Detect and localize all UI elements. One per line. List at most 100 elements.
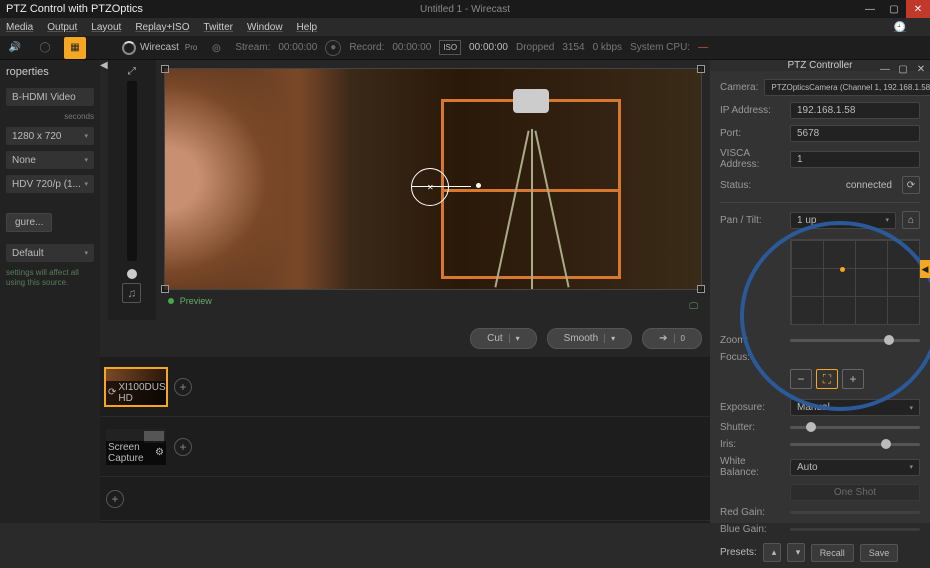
cpu-label: System CPU: (630, 42, 690, 53)
side-expand-tab[interactable]: ◀ (920, 260, 930, 278)
shutter-label: Shutter: (720, 422, 784, 433)
pantilt-select[interactable]: 1 up▾ (790, 212, 896, 229)
record-label: Record: (349, 42, 384, 53)
bitrate-value: 0 kbps (593, 42, 622, 53)
expand-icon[interactable]: ⤢ (128, 66, 136, 77)
menu-output[interactable]: Output (47, 22, 77, 33)
iso-tag[interactable]: ISO (439, 40, 461, 55)
presets-label: Presets: (720, 547, 757, 558)
dropped-value: 3154 (562, 42, 584, 53)
close-button[interactable]: ✕ (906, 0, 930, 18)
smooth-button[interactable]: Smooth▾ (547, 328, 632, 349)
pantilt-position-dot[interactable] (840, 267, 845, 272)
shot-thumbnail-1[interactable]: ⟳XI100DUSB-HD (106, 369, 166, 405)
source-name-field[interactable]: B-HDMI Video (6, 88, 94, 106)
save-button[interactable]: Save (860, 544, 899, 562)
menu-twitter[interactable]: Twitter (204, 22, 233, 33)
refresh-button[interactable]: ⟳ (902, 176, 920, 194)
shot-thumbnail-2[interactable]: Screen Capture⚙ (106, 429, 166, 465)
hint-text: settings will affect all using this sour… (6, 268, 94, 287)
menu-layout[interactable]: Layout (91, 22, 121, 33)
add-shot-button-3[interactable]: + (106, 490, 124, 508)
window-caption: PTZ Control with PTZOptics (6, 3, 143, 15)
wifi-icon[interactable]: ⊚ (205, 37, 227, 59)
record-button[interactable]: ● (325, 40, 341, 56)
deinterlace-select[interactable]: None▾ (6, 151, 94, 169)
focus-plus-button[interactable]: + (842, 369, 864, 389)
preview-canvas[interactable]: ✕ (164, 68, 702, 290)
iris-slider[interactable] (790, 443, 920, 446)
zoom-label: Zoom: (720, 335, 784, 346)
seconds-label: seconds (6, 112, 94, 121)
monitor-icon[interactable]: 🖵 (689, 301, 698, 312)
layer-row-3[interactable]: + (100, 477, 710, 521)
ptz-panel-title: PTZ Controller (787, 60, 852, 71)
pantilt-label: Pan / Tilt: (720, 215, 784, 226)
pantilt-grid[interactable] (790, 239, 920, 325)
recall-button[interactable]: Recall (811, 544, 854, 562)
format-select[interactable]: HDV 720/p (1...▾ (6, 175, 94, 193)
cut-button[interactable]: Cut▾ (470, 328, 537, 349)
ptz-controller-panel: PTZ Controller —▢✕ Camera:PTZOpticsCamer… (710, 60, 930, 523)
preset-down-button[interactable]: ▾ (787, 543, 805, 562)
home-button[interactable]: ⌂ (902, 211, 920, 229)
profile-select[interactable]: Default▾ (6, 244, 94, 262)
source-tab-icon[interactable]: ▦ (64, 37, 86, 59)
layer-row-2[interactable]: Screen Capture⚙ + (100, 417, 710, 477)
maximize-button[interactable]: ▢ (882, 0, 906, 18)
focus-minus-button[interactable]: − (790, 369, 812, 389)
audio-column: ⤢ ♫ (108, 60, 156, 320)
minimize-button[interactable]: — (858, 0, 882, 18)
resize-handle-nw[interactable] (161, 65, 169, 73)
exposure-label: Exposure: (720, 402, 784, 413)
menubar: Media Output Layout Replay+ISO Twitter W… (0, 18, 930, 36)
resize-handle-se[interactable] (697, 285, 705, 293)
wb-label: White Balance: (720, 456, 784, 478)
layer-row-1[interactable]: ⟳XI100DUSB-HD + (100, 357, 710, 417)
preset-up-button[interactable]: ▴ (763, 543, 781, 562)
stream-time: 00:00:00 (278, 42, 317, 53)
ip-field[interactable]: 192.168.1.58 (790, 102, 920, 119)
oneshot-button: One Shot (790, 484, 920, 501)
menu-replay-iso[interactable]: Replay+ISO (135, 22, 189, 33)
exposure-select[interactable]: Manual▾ (790, 399, 920, 416)
brand-label: WirecastPro (122, 41, 197, 55)
shutter-slider[interactable] (790, 426, 920, 429)
status-value: connected (790, 180, 896, 191)
port-field[interactable]: 5678 (790, 125, 920, 142)
wb-select[interactable]: Auto▾ (790, 459, 920, 476)
menu-window[interactable]: Window (247, 22, 283, 33)
camera-select[interactable]: PTZOpticsCamera (Channel 1, 192.168.1.58… (764, 79, 930, 96)
collapse-panel-button[interactable]: ◀ (100, 60, 108, 320)
resize-handle-ne[interactable] (697, 65, 705, 73)
status-label: Status: (720, 180, 784, 191)
iso-time: 00:00:00 (469, 42, 508, 53)
menu-media[interactable]: Media (6, 22, 33, 33)
logo-icon (122, 41, 136, 55)
add-shot-button-1[interactable]: + (174, 378, 192, 396)
status-toolbar: 🔊 ◯ ▦ WirecastPro ⊚ Stream: 00:00:00 ● R… (0, 36, 930, 60)
shot-tab-icon[interactable]: ◯ (34, 37, 56, 59)
bluegain-slider (790, 528, 920, 531)
configure-button[interactable]: gure... (6, 213, 52, 232)
loop-icon: ⟳ (108, 387, 116, 398)
ip-label: IP Address: (720, 105, 784, 116)
visca-field[interactable]: 1 (790, 151, 920, 168)
camera-label: Camera: (720, 82, 758, 93)
visca-label: VISCA Address: (720, 148, 784, 170)
resolution-select[interactable]: 1280 x 720▾ (6, 127, 94, 145)
zoom-slider[interactable] (790, 339, 920, 342)
resize-handle-sw[interactable] (161, 285, 169, 293)
audio-tab-icon[interactable]: 🔊 (4, 37, 26, 59)
clock-icon[interactable]: 🕘 (894, 22, 906, 33)
add-shot-button-2[interactable]: + (174, 438, 192, 456)
focus-auto-button[interactable]: ⛶ (816, 369, 838, 389)
audio-meter[interactable] (127, 81, 137, 261)
audio-fader-knob[interactable] (127, 269, 137, 279)
layers-list: ⟳XI100DUSB-HD + Screen Capture⚙ + + + (100, 357, 710, 523)
headphone-icon[interactable]: ♫ (122, 283, 141, 303)
focus-label: Focus: (720, 352, 784, 363)
menu-help[interactable]: Help (297, 22, 318, 33)
app-title: Untitled 1 - Wirecast (420, 4, 510, 15)
go-button[interactable]: ➔0 (642, 328, 702, 349)
